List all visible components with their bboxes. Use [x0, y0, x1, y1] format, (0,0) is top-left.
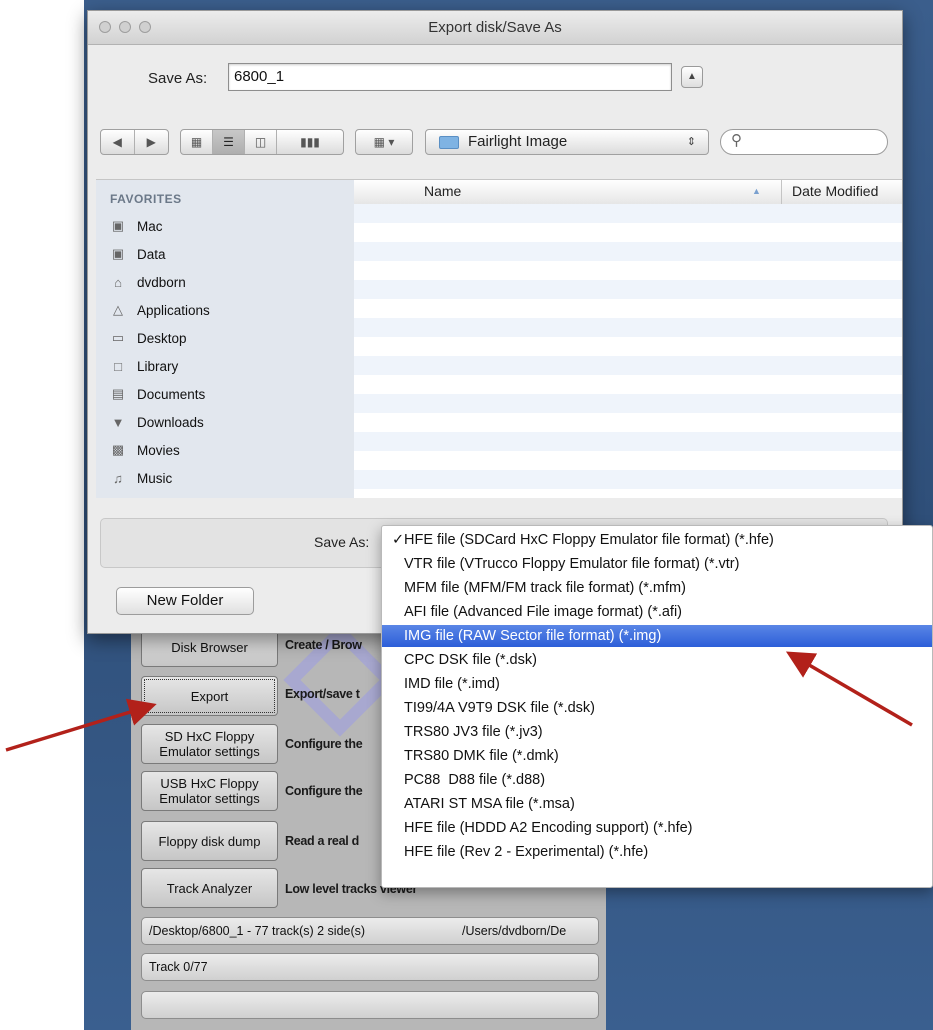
arrow-to-export-button: [5, 698, 157, 752]
annotation-arrows: [5, 651, 913, 752]
arrow-to-img-format: [785, 651, 913, 727]
